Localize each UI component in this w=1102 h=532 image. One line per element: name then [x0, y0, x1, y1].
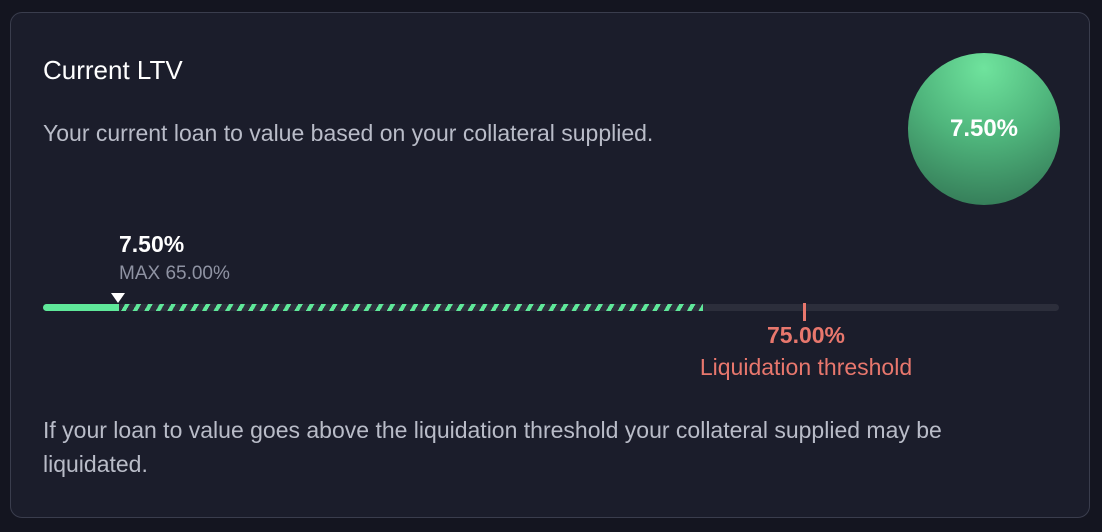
liquidation-warning-text: If your loan to value goes above the liq…: [43, 417, 942, 477]
ltv-badge: 7.50%: [908, 53, 1060, 205]
card-subtitle: Your current loan to value based on your…: [43, 120, 654, 146]
ltv-progress-fill: [43, 304, 120, 311]
liquidation-threshold-label: Liquidation threshold: [699, 354, 913, 380]
card-title: Current LTV: [43, 55, 183, 85]
liquidation-threshold-tick: [803, 303, 806, 321]
ltv-progress-track: [43, 304, 1059, 311]
max-ltv-label: MAX 65.00%: [119, 263, 230, 284]
current-ltv-card: Current LTV Your current loan to value b…: [10, 12, 1090, 518]
ltv-max-range-hatch: [119, 304, 704, 311]
current-ltv-value: 7.50%: [119, 231, 185, 257]
ltv-badge-value: 7.50%: [949, 115, 1019, 142]
triangle-down-icon: [111, 293, 125, 303]
liquidation-threshold-value: 75.00%: [766, 322, 845, 348]
